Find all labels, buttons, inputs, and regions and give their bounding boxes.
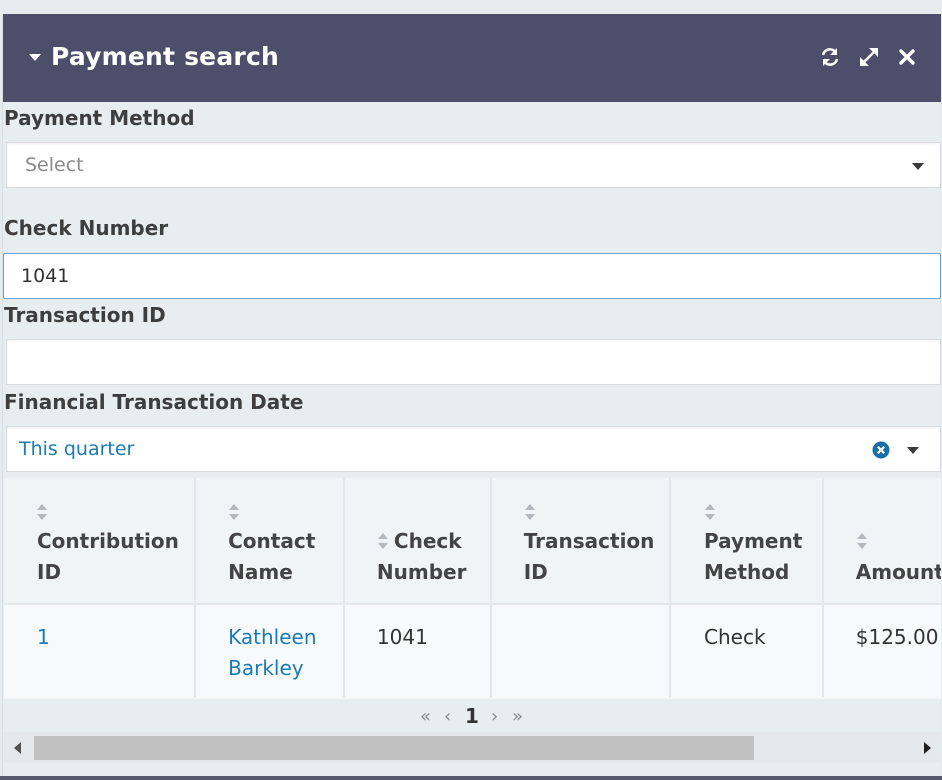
scrollbar-thumb[interactable] [34,736,754,760]
payment-method-cell-value: Check [704,625,766,649]
cell-payment-method: Check [670,604,824,697]
pager-first[interactable]: « [420,706,431,727]
scroll-right-arrow-icon[interactable] [924,742,931,754]
column-header-label: Contact Name [228,529,316,584]
scroll-left-arrow-icon[interactable] [14,742,21,754]
cell-check-number: 1041 [343,604,492,697]
column-header-label: Payment Method [704,529,803,584]
pager-current-page[interactable]: 1 [465,704,479,728]
payment-method-placeholder: Select [25,154,84,176]
results-table-container: Contribution ID Contact Name Check Numbe… [4,478,941,699]
payment-method-select[interactable]: Select [6,142,941,188]
table-row: 1 Kathleen Barkley 1041 Check $125.00 [4,604,941,697]
pager-last[interactable]: » [512,706,523,727]
refresh-icon[interactable] [819,46,841,68]
pager-prev[interactable]: ‹ [444,706,451,727]
check-number-label: Check Number [4,216,169,240]
chevron-down-icon[interactable] [907,447,919,454]
financial-transaction-date-label: Financial Transaction Date [4,390,304,414]
table-header-row: Contribution ID Contact Name Check Numbe… [4,478,941,605]
sort-icon[interactable] [856,532,868,550]
close-icon[interactable] [896,46,918,68]
column-header-label: Transaction ID [523,529,655,584]
pagination: « ‹ 1 › » [3,704,941,730]
cell-contact-name: Kathleen Barkley [195,604,345,697]
column-header-check-number[interactable]: Check Number [343,478,492,605]
column-header-label: Amount [855,560,941,584]
contribution-id-link[interactable]: 1 [37,622,50,653]
contact-name-link[interactable]: Kathleen Barkley [228,622,316,684]
results-table: Contribution ID Contact Name Check Numbe… [4,478,941,697]
sort-icon[interactable] [36,503,48,521]
check-number-value: 1041 [21,265,70,287]
column-header-amount[interactable]: Amount [822,478,941,605]
amount-cell-value: $125.00 [855,625,939,649]
panel-header: Payment search [3,14,941,102]
cell-contribution-id: 1 [4,604,197,697]
transaction-id-label: Transaction ID [4,303,166,327]
sort-icon[interactable] [524,503,536,521]
financial-transaction-date-value: This quarter [19,438,135,460]
bottom-divider [0,776,942,780]
transaction-id-field[interactable] [6,339,941,385]
check-number-field[interactable]: 1041 [3,253,941,299]
column-header-payment-method[interactable]: Payment Method [670,478,824,605]
column-header-label: Contribution ID [37,529,179,584]
pager-next[interactable]: › [491,706,498,727]
column-header-label: Check Number [376,529,467,584]
collapse-caret-icon[interactable] [29,54,41,61]
column-header-transaction-id[interactable]: Transaction ID [490,478,672,605]
clear-icon[interactable] [872,441,890,459]
horizontal-scrollbar[interactable] [4,732,941,762]
sort-icon[interactable] [704,503,716,521]
payment-search-panel: Payment search Payment Method Select Che… [2,14,941,776]
panel-title: Payment search [51,42,279,71]
sort-icon[interactable] [228,503,240,521]
column-header-contact-name[interactable]: Contact Name [195,478,345,605]
payment-method-label: Payment Method [4,106,195,130]
cell-transaction-id [490,604,672,697]
cell-amount: $125.00 [822,604,941,697]
expand-icon[interactable] [858,46,880,68]
column-header-contribution-id[interactable]: Contribution ID [4,478,197,605]
chevron-down-icon[interactable] [912,163,924,170]
check-number-cell-value: 1041 [376,625,428,649]
financial-transaction-date-select[interactable]: This quarter [6,426,941,472]
